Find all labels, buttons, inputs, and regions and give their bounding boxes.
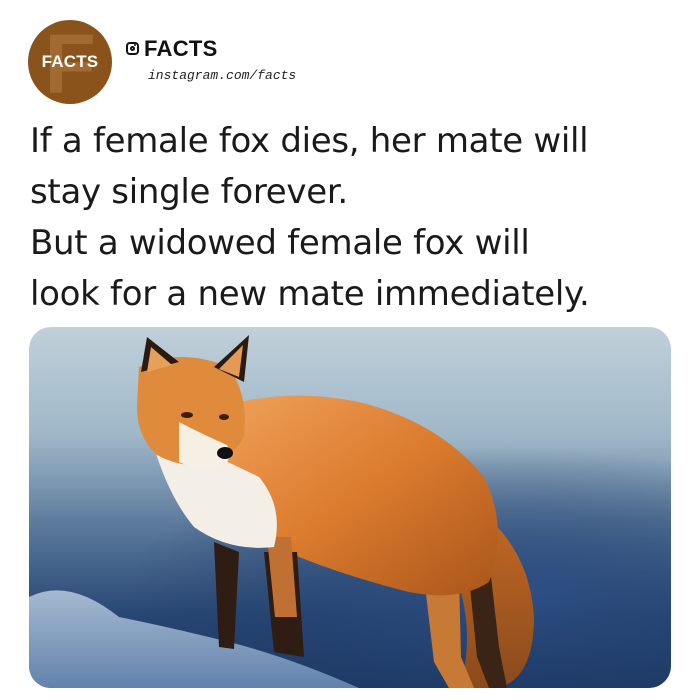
post-text: If a female fox dies, her mate will stay… — [30, 116, 680, 320]
profile-avatar[interactable]: F FACTS — [28, 20, 112, 104]
post-header: F FACTS FACTS instagram.com/facts — [28, 20, 296, 104]
post-text-line: look for a new mate immediately. — [30, 274, 590, 314]
account-url[interactable]: instagram.com/facts — [148, 68, 296, 83]
post-text-line: But a widowed female fox will — [30, 223, 530, 263]
account-name[interactable]: FACTS — [144, 36, 218, 62]
instagram-icon — [126, 42, 139, 55]
fox-photo — [29, 327, 671, 688]
avatar-label: FACTS — [41, 52, 99, 71]
account-info: FACTS instagram.com/facts — [126, 36, 296, 83]
fox-illustration — [29, 335, 671, 688]
post-text-line: If a female fox dies, her mate will — [30, 121, 589, 161]
post-text-line: stay single forever. — [30, 172, 348, 212]
